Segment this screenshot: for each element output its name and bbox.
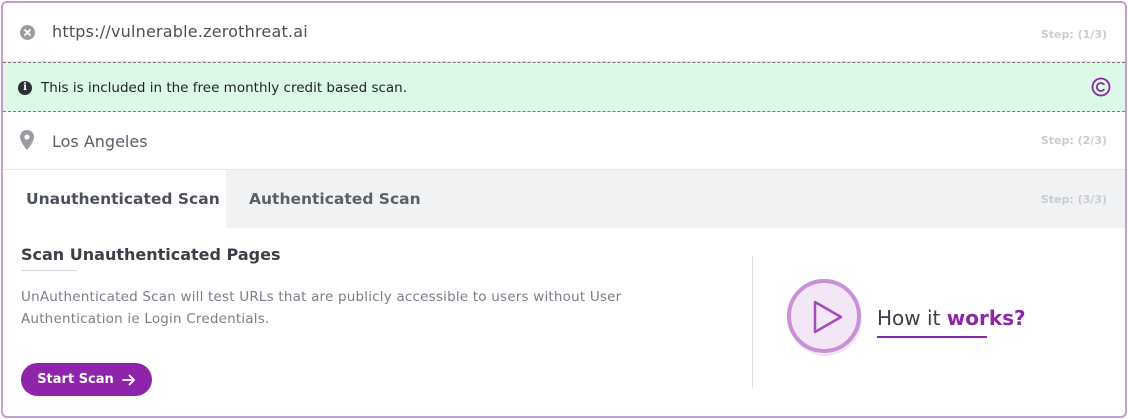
- info-icon: i: [18, 81, 32, 95]
- url-row: https://vulnerable.zerothreat.ai Step: (…: [3, 3, 1125, 62]
- scan-setup-panel: https://vulnerable.zerothreat.ai Step: (…: [1, 1, 1127, 418]
- tab-unauthenticated-scan[interactable]: Unauthenticated Scan: [3, 170, 226, 228]
- location-pin-icon: [20, 130, 34, 150]
- content-divider: [752, 256, 753, 388]
- how-it-works-underline: [877, 336, 987, 338]
- step-indicator-1: Step: (1/3): [1040, 28, 1107, 41]
- arrow-right-icon: [121, 374, 136, 386]
- clear-url-icon[interactable]: [20, 25, 35, 40]
- section-description: UnAuthenticated Scan will test URLs that…: [21, 289, 622, 327]
- how-it-works-accent: works?: [946, 306, 1026, 330]
- step-indicator-2: Step: (2/3): [1040, 134, 1107, 147]
- start-scan-label: Start Scan: [37, 372, 114, 387]
- info-banner-text: This is included in the free monthly cre…: [41, 80, 408, 96]
- copyright-c-icon: [1091, 77, 1111, 97]
- start-scan-button[interactable]: Start Scan: [21, 363, 152, 396]
- how-it-works-prefix: How it: [877, 306, 947, 330]
- location-value: Los Angeles: [52, 132, 148, 151]
- title-underline: [21, 270, 77, 271]
- step-indicator-3: Step: (3/3): [1040, 193, 1107, 206]
- play-video-icon[interactable]: [785, 277, 865, 357]
- section-title: Scan Unauthenticated Pages: [21, 245, 281, 264]
- tab-authenticated-scan[interactable]: Authenticated Scan: [249, 170, 421, 228]
- target-url[interactable]: https://vulnerable.zerothreat.ai: [52, 22, 308, 41]
- how-it-works-link[interactable]: How it works?: [877, 306, 1026, 330]
- location-row[interactable]: Los Angeles Step: (2/3): [3, 112, 1125, 170]
- scan-type-tabs: Unauthenticated Scan Authenticated Scan …: [3, 170, 1125, 228]
- info-banner: i This is included in the free monthly c…: [3, 62, 1125, 112]
